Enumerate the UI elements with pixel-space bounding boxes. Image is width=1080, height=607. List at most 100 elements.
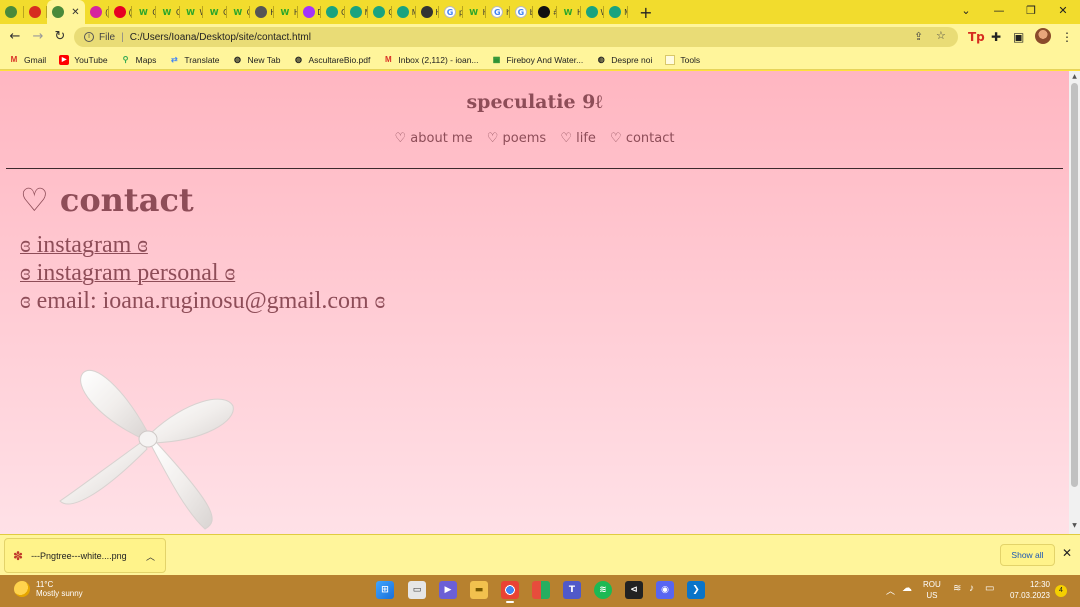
browser-tab[interactable]: WH bbox=[274, 0, 298, 24]
file-explorer-icon[interactable]: ▬ bbox=[470, 581, 488, 599]
browser-tab[interactable]: Ghi bbox=[486, 0, 510, 24]
battery-icon[interactable]: ▭ bbox=[985, 583, 994, 594]
wattpad-w-icon: W bbox=[280, 7, 290, 17]
tray-chevron-up-icon[interactable]: ︿ bbox=[886, 584, 895, 597]
app-grid-icon[interactable] bbox=[532, 581, 550, 599]
reload-icon[interactable]: ↻ bbox=[51, 28, 69, 46]
discord-icon[interactable]: ◉ bbox=[656, 581, 674, 599]
vscode-icon[interactable]: ❯ bbox=[687, 581, 705, 599]
browser-tab[interactable]: WH bbox=[557, 0, 581, 24]
notification-badge[interactable]: 4 bbox=[1055, 585, 1067, 597]
browser-tab[interactable]: Gbi bbox=[510, 0, 533, 24]
side-panel-icon[interactable]: ▣ bbox=[1013, 29, 1024, 45]
browser-tab[interactable]: WH bbox=[463, 0, 486, 24]
task-view-icon[interactable]: ▭ bbox=[408, 581, 426, 599]
browser-tab[interactable]: WC bbox=[203, 0, 227, 24]
capcut-icon[interactable]: ⊲ bbox=[625, 581, 643, 599]
forward-arrow-icon[interactable]: → bbox=[29, 28, 47, 46]
browser-tab[interactable]: ✕ bbox=[47, 0, 86, 24]
bookmark-star-icon[interactable]: ☆ bbox=[936, 29, 946, 42]
download-item[interactable]: ✽ ---Pngtree---white....png ︿ bbox=[4, 538, 166, 573]
chrome-taskbar-icon[interactable] bbox=[501, 581, 519, 603]
scroll-up-icon[interactable]: ▲ bbox=[1069, 73, 1080, 80]
chatgpt-icon bbox=[373, 6, 386, 18]
minimize-button[interactable]: — bbox=[983, 0, 1015, 24]
bookmark-label: Tools bbox=[680, 54, 701, 65]
browser-tab[interactable]: M bbox=[392, 0, 416, 24]
browser-tab[interactable]: M bbox=[604, 0, 628, 24]
tray-app-icon[interactable]: ☁ bbox=[902, 583, 912, 594]
bookmark-item[interactable]: ◍ Despre noi bbox=[596, 55, 653, 65]
bookmark-item[interactable]: Tools bbox=[665, 54, 701, 65]
bookmark-item[interactable]: ◍ New Tab bbox=[233, 54, 281, 65]
nav-link-life[interactable]: ♡ life bbox=[560, 131, 596, 146]
browser-menu-icon[interactable]: ⋮ bbox=[1061, 29, 1073, 45]
browser-tab[interactable]: Gp bbox=[439, 0, 463, 24]
browser-tab[interactable]: WC bbox=[132, 0, 156, 24]
browser-tab[interactable]: C bbox=[368, 0, 392, 24]
browser-tab[interactable]: D bbox=[298, 0, 321, 24]
restore-button[interactable]: ❐ bbox=[1015, 0, 1047, 24]
browser-tab[interactable]: # bbox=[533, 0, 557, 24]
nav-link-contact[interactable]: ♡ contact bbox=[610, 131, 674, 146]
scroll-down-icon[interactable]: ▼ bbox=[1069, 522, 1080, 529]
address-bar[interactable]: i File | C:/Users/Ioana/Desktop/site/con… bbox=[74, 27, 958, 47]
browser-tab[interactable]: WC bbox=[156, 0, 180, 24]
extensions-puzzle-icon[interactable]: ✚ bbox=[991, 29, 1001, 45]
browser-tab[interactable] bbox=[0, 0, 24, 24]
volume-icon[interactable]: ♪ bbox=[969, 583, 974, 594]
browser-tab[interactable]: WW bbox=[180, 0, 203, 24]
browser-tab[interactable]: M bbox=[345, 0, 368, 24]
browser-tab[interactable]: (1 bbox=[109, 0, 132, 24]
bookmark-item[interactable]: ◍ AscultareBio.pdf bbox=[293, 55, 370, 65]
infinity-icon bbox=[420, 6, 433, 18]
chevron-up-icon[interactable]: ︿ bbox=[146, 550, 155, 563]
browser-tab[interactable]: C bbox=[321, 0, 345, 24]
white-ribbon-bow-image bbox=[59, 369, 234, 530]
nav-link-poems[interactable]: ♡ poems bbox=[487, 131, 546, 146]
weather-condition: Mostly sunny bbox=[36, 589, 83, 598]
close-tab-icon[interactable]: ✕ bbox=[71, 7, 79, 18]
bookmark-label: New Tab bbox=[247, 54, 281, 65]
browser-tab[interactable]: H bbox=[250, 0, 274, 24]
site-info-icon[interactable]: i bbox=[84, 32, 94, 42]
wifi-icon[interactable]: ≋ bbox=[953, 583, 961, 594]
new-tab-button[interactable]: + bbox=[636, 3, 656, 22]
region-code: US bbox=[926, 591, 938, 600]
browser-tab[interactable]: (2 bbox=[85, 0, 109, 24]
clock[interactable]: 12:30 07.03.2023 bbox=[1008, 579, 1050, 601]
weather-widget[interactable]: 11°C Mostly sunny bbox=[14, 580, 83, 598]
page-scrollbar[interactable]: ▲ ▼ bbox=[1069, 71, 1080, 534]
browser-tab[interactable]: WC bbox=[227, 0, 250, 24]
start-windows-icon[interactable]: ⊞ bbox=[376, 581, 394, 599]
close-window-button[interactable]: ✕ bbox=[1047, 0, 1079, 24]
share-icon[interactable]: ⇪ bbox=[914, 30, 923, 43]
teams-chat-icon[interactable]: ▶ bbox=[439, 581, 457, 599]
page-viewport: speculatie 9ℓ ♡ about me ♡ poems ♡ life … bbox=[0, 71, 1069, 534]
browser-tab[interactable]: W bbox=[581, 0, 604, 24]
back-arrow-icon[interactable]: ← bbox=[6, 28, 24, 46]
browser-tab[interactable]: H bbox=[416, 0, 439, 24]
bookmark-item[interactable]: ▦ Fireboy And Water... bbox=[492, 55, 583, 65]
close-download-bar-icon[interactable]: ✕ bbox=[1062, 546, 1072, 560]
profile-avatar[interactable] bbox=[1035, 28, 1051, 44]
browser-tab[interactable] bbox=[24, 0, 48, 24]
bookmark-item[interactable]: ⇄ Translate bbox=[169, 55, 219, 65]
teams-icon[interactable]: T bbox=[563, 581, 581, 599]
bookmark-item[interactable]: M Inbox (2,112) - ioan... bbox=[383, 55, 479, 65]
tp-extension-icon[interactable]: Tp bbox=[968, 29, 985, 45]
address-url[interactable]: C:/Users/Ioana/Desktop/site/contact.html bbox=[130, 32, 311, 43]
contact-list: ɞ instagram ɞ ɞ instagram personal ɞ ɞ e… bbox=[20, 231, 385, 315]
wattpad-w-icon: W bbox=[469, 7, 479, 17]
instagram-personal-link[interactable]: ɞ instagram personal ɞ bbox=[20, 259, 385, 287]
bookmark-item[interactable]: ▶ YouTube bbox=[59, 54, 108, 65]
scrollbar-thumb[interactable] bbox=[1071, 83, 1078, 487]
show-all-button[interactable]: Show all bbox=[1000, 544, 1055, 566]
language-indicator[interactable]: ROU US bbox=[923, 579, 941, 601]
nav-link-about-me[interactable]: ♡ about me bbox=[395, 131, 473, 146]
instagram-link[interactable]: ɞ instagram ɞ bbox=[20, 231, 385, 259]
bookmark-item[interactable]: M Gmail bbox=[9, 55, 47, 65]
tab-search-dropdown[interactable]: ⌄ bbox=[950, 0, 982, 24]
bookmark-item[interactable]: ⚲ Maps bbox=[121, 55, 157, 65]
spotify-icon[interactable]: ≋ bbox=[594, 581, 612, 599]
